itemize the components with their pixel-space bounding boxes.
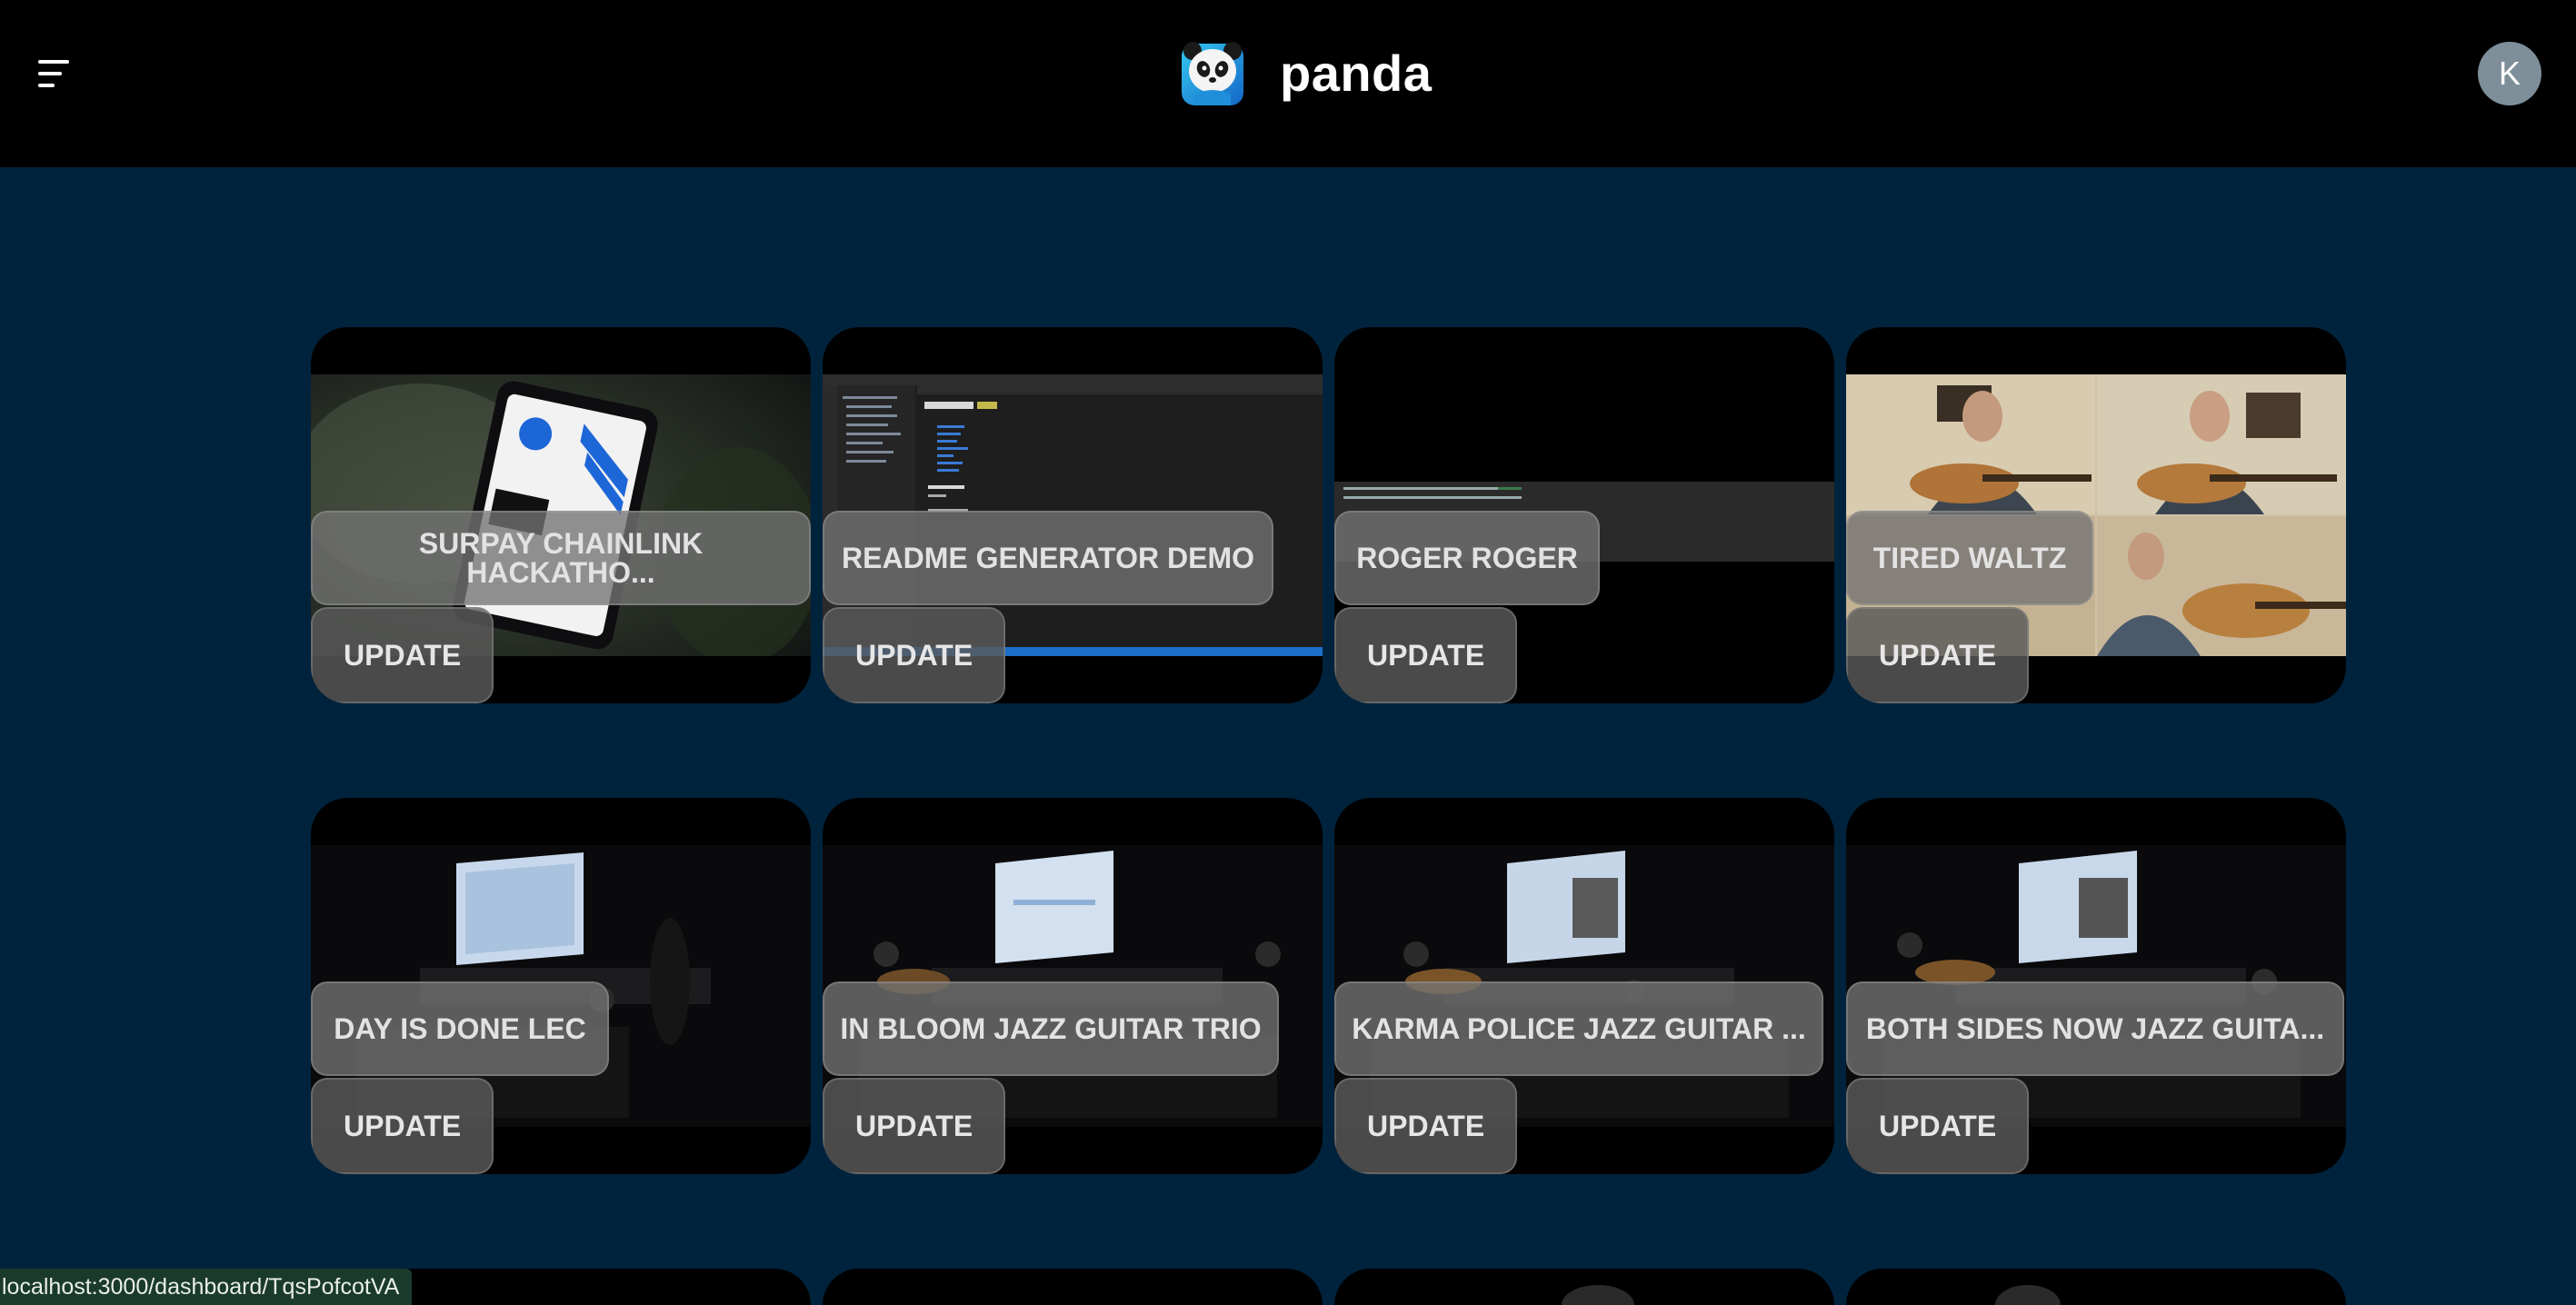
user-avatar[interactable]: K bbox=[2478, 42, 2541, 105]
video-title: KARMA POLICE JAZZ GUITAR ... bbox=[1334, 981, 1823, 1076]
panda-logo-icon bbox=[1182, 42, 1243, 105]
update-button[interactable]: UPDATE bbox=[1846, 607, 2030, 703]
brand[interactable]: panda bbox=[1180, 36, 1432, 109]
video-title: BOTH SIDES NOW JAZZ GUITA... bbox=[1846, 981, 2344, 1076]
video-card[interactable]: IN BLOOM JAZZ GUITAR TRIO UPDATE bbox=[823, 798, 1323, 1174]
video-thumbnail bbox=[1562, 1285, 1634, 1305]
update-button[interactable]: UPDATE bbox=[823, 1078, 1006, 1174]
video-title: TIRED WALTZ bbox=[1846, 511, 2093, 605]
video-title: IN BLOOM JAZZ GUITAR TRIO bbox=[823, 981, 1279, 1076]
video-card[interactable] bbox=[1846, 1269, 2346, 1305]
video-card[interactable]: SURPAY CHAINLINK HACKATHO... UPDATE bbox=[311, 327, 811, 703]
video-card[interactable]: ROGER ROGER UPDATE bbox=[1334, 327, 1834, 703]
video-card[interactable]: BOTH SIDES NOW JAZZ GUITA... UPDATE bbox=[1846, 798, 2346, 1174]
video-title: SURPAY CHAINLINK HACKATHO... bbox=[311, 511, 811, 605]
video-title: DAY IS DONE LEC bbox=[311, 981, 609, 1076]
video-card[interactable]: DAY IS DONE LEC UPDATE bbox=[311, 798, 811, 1174]
video-card[interactable]: KARMA POLICE JAZZ GUITAR ... UPDATE bbox=[1334, 798, 1834, 1174]
update-button[interactable]: UPDATE bbox=[1334, 1078, 1518, 1174]
update-button[interactable]: UPDATE bbox=[1334, 607, 1518, 703]
video-title: ROGER ROGER bbox=[1334, 511, 1600, 605]
link-status-bar: localhost:3000/dashboard/TqsPofcotVA bbox=[0, 1269, 413, 1305]
video-card[interactable] bbox=[1334, 1269, 1834, 1305]
update-button[interactable]: UPDATE bbox=[1846, 1078, 2030, 1174]
update-button[interactable]: UPDATE bbox=[311, 1078, 494, 1174]
video-title: README GENERATOR DEMO bbox=[823, 511, 1273, 605]
hamburger-menu-icon[interactable] bbox=[38, 60, 73, 89]
top-navbar: panda K bbox=[0, 0, 2576, 167]
update-button[interactable]: UPDATE bbox=[311, 607, 494, 703]
video-thumbnail bbox=[1995, 1285, 2061, 1305]
video-card[interactable]: TIRED WALTZ UPDATE bbox=[1846, 327, 2346, 703]
brand-name: panda bbox=[1280, 44, 1433, 102]
update-button[interactable]: UPDATE bbox=[823, 607, 1006, 703]
video-card[interactable] bbox=[823, 1269, 1323, 1305]
video-card[interactable]: README GENERATOR DEMO UPDATE bbox=[823, 327, 1323, 703]
